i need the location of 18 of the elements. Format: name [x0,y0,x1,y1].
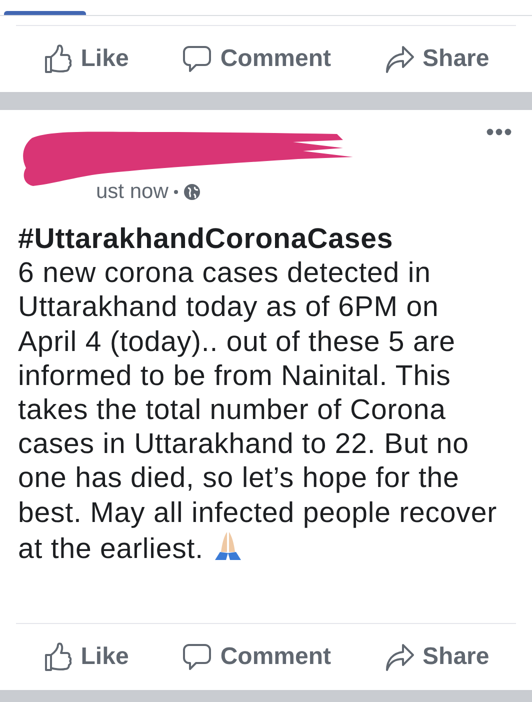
comment-button[interactable]: Comment [176,40,337,78]
post-text: #UttarakhandCoronaCases 6 new corona cases detected in Uttarakhand today as of 6PM on April 4 (today).. out of these 5 are informed to be from Nainital. This takes the total number of Corona cases in Uttarakhand to 22. But no one has died, so let’s hope for the best. May all infected people recover at the earliest. [18,222,498,567]
globe-icon [184,184,200,200]
speech-bubble-icon [182,642,212,672]
thumbs-up-icon [42,642,73,672]
separator-dot [174,190,178,194]
comment-button[interactable]: Comment [176,638,337,676]
more-options-icon[interactable] [486,128,512,136]
like-button[interactable]: Like [36,40,135,78]
thumbs-up-icon [42,44,73,74]
share-arrow-icon [384,642,415,672]
speech-bubble-icon [182,44,212,74]
share-button[interactable]: Share [378,40,496,78]
share-button[interactable]: Share [378,638,496,676]
post-time: ust now [96,180,168,204]
hashtag-link[interactable]: #UttarakhandCoronaCases [18,223,394,255]
share-arrow-icon [384,44,415,74]
like-button[interactable]: Like [36,638,135,676]
